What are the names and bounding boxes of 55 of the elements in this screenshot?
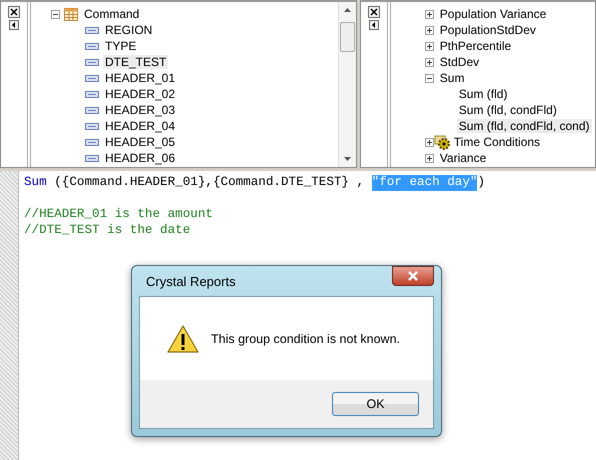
field-icon [85,42,99,50]
code-comment: //DTE_TEST is the date [24,223,190,239]
field-icon [85,90,99,98]
scroll-up-icon[interactable] [344,8,351,12]
code-text: ({Command.HEADER_01},{Command.DTE_TEST} , [53,175,366,191]
close-button[interactable] [392,266,434,286]
close-icon [407,271,419,281]
tree-item[interactable]: Variance [438,151,488,165]
scroll-down-icon[interactable] [344,157,351,161]
scroll-thumb[interactable] [340,22,355,52]
code-string: "for each day" [372,175,478,191]
warning-icon [167,324,199,352]
field-icon [85,74,99,82]
expand-icon[interactable] [424,58,434,66]
tree-item[interactable]: PopulationStdDev [438,23,538,37]
tree-item[interactable]: TYPE [103,39,138,53]
tree-item[interactable]: HEADER_06 [103,151,178,165]
field-icon [85,154,99,162]
expand-icon[interactable] [424,42,434,50]
expand-icon[interactable] [424,10,434,18]
tree-item[interactable]: HEADER_02 [103,87,178,101]
tree-item[interactable]: StdDev [438,55,482,69]
tree-item[interactable]: Sum (fld) [456,87,510,101]
tree-item[interactable]: PthPercentile [438,39,514,53]
gear-icon [434,134,450,150]
field-icon [85,138,99,146]
code-keyword: Sum [24,175,47,191]
tree-item[interactable]: HEADER_01 [103,71,178,85]
collapse-icon[interactable] [424,74,434,82]
code-comment: //HEADER_01 is the amount [24,207,213,223]
tree-item[interactable]: Time Conditions [452,135,542,149]
field-icon [85,26,99,34]
tree-item[interactable]: Sum [438,71,466,85]
scrollbar[interactable] [338,2,356,167]
table-icon [64,8,78,20]
tree-item[interactable]: REGION [103,23,154,37]
expand-icon[interactable] [424,138,434,146]
field-icon [85,106,99,114]
dialog-title: Crystal Reports [145,274,236,288]
code-text: ) [477,175,486,191]
dialog-message: This group condition is not known. [211,332,400,346]
ok-button[interactable]: OK [332,392,419,416]
collapse-icon[interactable] [51,10,60,18]
tree-item[interactable]: DTE_TEST [103,55,168,69]
tree-item[interactable]: Population Variance [438,7,548,21]
expand-icon[interactable] [424,26,434,34]
tree-item[interactable]: HEADER_03 [103,103,178,117]
tree-item[interactable]: Sum (fld, condFld, cond) [456,119,592,133]
tree-item[interactable]: Sum (fld, condFld) [456,103,559,117]
expand-icon[interactable] [424,154,434,162]
field-icon [85,122,99,130]
field-icon [85,58,99,66]
tree-item[interactable]: HEADER_05 [103,135,178,149]
tree-item[interactable]: HEADER_04 [103,119,178,133]
tree-item[interactable]: Command [82,7,142,21]
